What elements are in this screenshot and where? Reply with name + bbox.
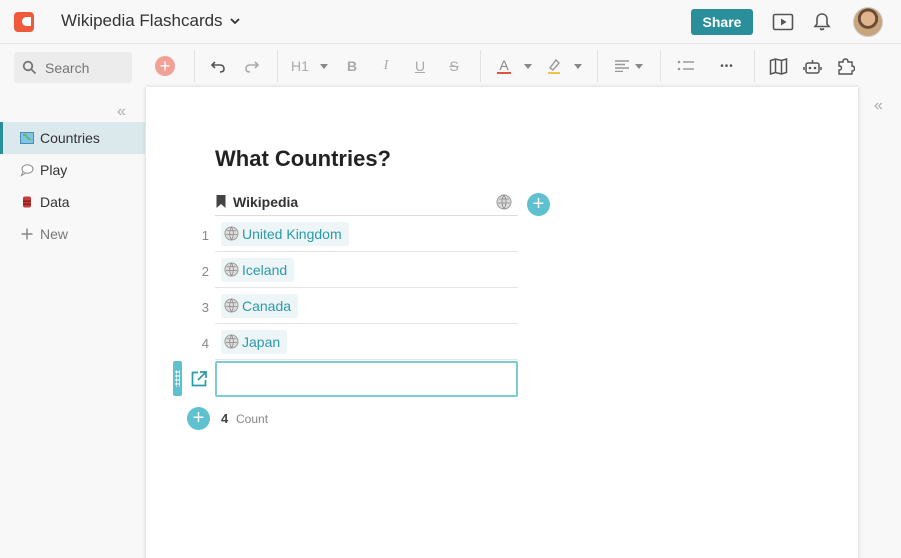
toolbar-divider bbox=[480, 50, 481, 82]
chevron-down-icon bbox=[229, 18, 240, 25]
wikipedia-globe-icon bbox=[496, 194, 512, 210]
column-header-wikipedia[interactable]: Wikipedia bbox=[215, 188, 518, 216]
row-count-value: 4 bbox=[221, 411, 229, 426]
heading-button[interactable]: H1 bbox=[290, 55, 310, 77]
align-caret[interactable] bbox=[635, 64, 643, 69]
table-row[interactable]: 3 Canada bbox=[202, 288, 518, 324]
map-icon[interactable] bbox=[767, 55, 789, 77]
redo-icon[interactable] bbox=[242, 55, 262, 77]
speech-bubble-icon bbox=[20, 164, 34, 177]
chip-label: Canada bbox=[242, 297, 292, 314]
text-color-swatch bbox=[497, 72, 511, 74]
wikipedia-globe-icon bbox=[224, 262, 239, 277]
highlight-icon[interactable] bbox=[544, 55, 564, 77]
row-number: 1 bbox=[201, 228, 209, 243]
chip-label: Japan bbox=[242, 333, 281, 350]
italic-button[interactable]: I bbox=[377, 55, 395, 77]
text-color-caret[interactable] bbox=[524, 64, 532, 69]
wikipedia-globe-icon bbox=[224, 226, 239, 241]
sidebar-item-label: Countries bbox=[40, 130, 100, 146]
more-icon[interactable]: ••• bbox=[715, 55, 739, 77]
table-row[interactable]: 1 United Kingdom bbox=[202, 216, 518, 252]
bell-icon[interactable] bbox=[811, 11, 833, 33]
wikipedia-link-chip[interactable]: United Kingdom bbox=[221, 221, 349, 246]
add-row-button[interactable]: + bbox=[187, 407, 210, 430]
wikipedia-globe-icon bbox=[224, 334, 239, 349]
wikipedia-globe-icon bbox=[224, 298, 239, 313]
heading-dropdown-caret[interactable] bbox=[320, 64, 328, 69]
share-button[interactable]: Share bbox=[691, 9, 753, 35]
top-bar: Wikipedia Flashcards Share bbox=[0, 0, 901, 44]
sidebar-item-new[interactable]: New bbox=[0, 218, 145, 250]
add-column-button[interactable]: + bbox=[527, 193, 550, 216]
row-number: 4 bbox=[201, 336, 209, 351]
puzzle-icon[interactable] bbox=[835, 55, 857, 77]
toolbar-divider bbox=[277, 50, 278, 82]
table-row[interactable]: 2 Iceland bbox=[202, 252, 518, 288]
robot-icon[interactable] bbox=[801, 55, 823, 77]
toolbar-divider bbox=[660, 50, 661, 82]
new-row-input[interactable] bbox=[215, 361, 518, 397]
undo-icon[interactable] bbox=[208, 55, 228, 77]
chip-label: United Kingdom bbox=[242, 225, 342, 242]
chip-label: Iceland bbox=[242, 261, 288, 278]
sidebar-item-label: New bbox=[40, 226, 69, 242]
search-box[interactable] bbox=[14, 52, 132, 83]
wikipedia-link-chip[interactable]: Canada bbox=[221, 293, 299, 318]
wikipedia-link-chip[interactable]: Japan bbox=[221, 329, 288, 354]
expand-row-icon[interactable] bbox=[190, 370, 208, 388]
avatar[interactable] bbox=[853, 7, 883, 37]
coda-logo[interactable] bbox=[14, 12, 34, 32]
sidebar-item-label: Play bbox=[40, 162, 68, 178]
sidebar-item-play[interactable]: Play bbox=[0, 154, 145, 186]
play-icon[interactable] bbox=[772, 11, 794, 33]
plus-icon bbox=[21, 228, 33, 240]
toolbar-divider bbox=[754, 50, 755, 82]
collapse-sidebar-icon[interactable]: « bbox=[117, 103, 126, 121]
wikipedia-link-chip[interactable]: Iceland bbox=[221, 257, 295, 282]
column-header-label: Wikipedia bbox=[233, 193, 299, 210]
row-number: 3 bbox=[201, 300, 209, 315]
document-page: What Countries? Wikipedia 1 United Kingd… bbox=[146, 87, 858, 558]
drag-handle[interactable] bbox=[173, 361, 182, 396]
table: Wikipedia 1 United Kingdom 2 Iceland 3 C… bbox=[202, 188, 518, 360]
toolbar-divider bbox=[194, 50, 195, 82]
add-icon[interactable]: + bbox=[155, 56, 175, 76]
map-emoji-icon bbox=[20, 132, 34, 144]
sidebar-item-data[interactable]: Data bbox=[0, 186, 145, 218]
text-color-letter: A bbox=[499, 57, 509, 73]
table-row[interactable]: 4 Japan bbox=[202, 324, 518, 360]
search-icon bbox=[22, 60, 37, 75]
search-input[interactable] bbox=[45, 59, 125, 76]
strikethrough-button[interactable]: S bbox=[445, 55, 463, 77]
doc-title: Wikipedia Flashcards bbox=[61, 11, 223, 30]
row-number: 2 bbox=[201, 264, 209, 279]
sidebar-item-label: Data bbox=[40, 194, 70, 210]
list-icon[interactable] bbox=[676, 55, 696, 77]
collapse-right-panel-icon[interactable]: « bbox=[874, 97, 883, 115]
underline-button[interactable]: U bbox=[411, 55, 429, 77]
row-count-label[interactable]: Count bbox=[236, 412, 268, 426]
doc-title-dropdown[interactable]: Wikipedia Flashcards bbox=[61, 11, 241, 31]
bookmark-icon bbox=[216, 195, 226, 208]
database-icon bbox=[23, 196, 31, 208]
page-title: What Countries? bbox=[215, 146, 391, 171]
sidebar-item-countries[interactable]: Countries bbox=[0, 122, 145, 154]
highlight-caret[interactable] bbox=[574, 64, 582, 69]
toolbar-divider bbox=[597, 50, 598, 82]
align-icon[interactable] bbox=[613, 55, 631, 77]
text-color-icon[interactable]: A bbox=[494, 55, 514, 77]
bold-button[interactable]: B bbox=[343, 55, 361, 77]
